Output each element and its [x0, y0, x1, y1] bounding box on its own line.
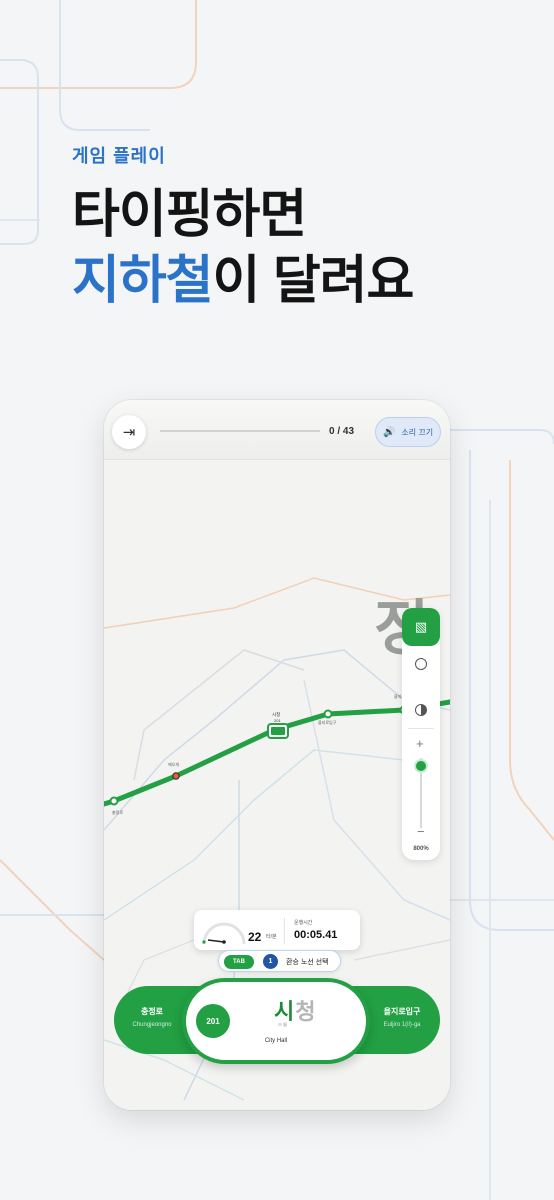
map-control-panel: ▧ + − 800% — [402, 608, 440, 860]
next-station-name: 을지로입구 — [383, 1007, 421, 1016]
current-station-card: 201 시청 市 廳 City Hall — [182, 978, 370, 1064]
elapsed-time-label: 운행시간 — [294, 920, 313, 926]
headline-line-2: 지하철이 달려요 — [72, 248, 415, 314]
elapsed-time: 00:05.41 — [294, 929, 338, 941]
transfer-select-bar[interactable]: TAB 1 환승 노선 선택 — [218, 950, 341, 972]
typing-speed-unit: 타/분 — [266, 934, 277, 940]
speed-gauge — [202, 922, 246, 945]
zoom-in-button[interactable]: + — [416, 736, 424, 751]
station-marker-cityhall — [267, 723, 289, 739]
exit-button[interactable]: ⇥ — [112, 415, 146, 449]
typed-part: 시 — [274, 999, 296, 1024]
map-texture-icon: ▧ — [414, 619, 428, 634]
svg-text:애오개: 애오개 — [168, 761, 179, 767]
zoom-slider-thumb[interactable] — [416, 761, 426, 771]
promo-headline: 타이핑하면 지하철이 달려요 — [72, 182, 415, 314]
progress-track — [160, 430, 320, 432]
svg-text:201: 201 — [274, 718, 281, 723]
circle-icon[interactable] — [415, 658, 427, 670]
headline-accent: 지하철 — [72, 252, 214, 310]
stats-divider — [284, 918, 285, 944]
top-bar: ⇥ 0 / 43 🔊 소리 끄기 — [104, 400, 450, 460]
svg-text:시청: 시청 — [272, 712, 280, 717]
sound-off-label: 소리 끄기 — [401, 427, 434, 437]
stats-card: 22 타/분 운행시간 00:05.41 — [194, 910, 360, 950]
headline-rest: 이 달려요 — [212, 252, 415, 310]
phone-frame: 충정로 애오개 시청 201 을지로입구 을지로 정 ⇥ 0 / 43 🔊 소리… — [104, 400, 450, 1110]
tab-key-chip: TAB — [224, 955, 254, 969]
speaker-icon: 🔊 — [382, 426, 396, 438]
station-dot-aeogae — [172, 772, 180, 780]
typing-speed: 22 — [248, 930, 262, 944]
station-code-badge: 201 — [196, 1004, 230, 1038]
sound-off-button[interactable]: 🔊 소리 끄기 — [375, 417, 441, 447]
current-station-english: City Hall — [264, 1038, 288, 1044]
promo-eyebrow: 게임 플레이 — [72, 146, 166, 166]
prev-station-roman: Chungjeongno — [132, 1022, 172, 1028]
exit-icon: ⇥ — [122, 424, 136, 441]
transfer-label: 환승 노선 선택 — [286, 959, 329, 966]
line-1-badge: 1 — [263, 954, 278, 969]
panel-divider — [408, 728, 434, 729]
untyped-part: 청 — [295, 999, 317, 1024]
station-dot-euljiro-1ga — [323, 709, 333, 719]
contrast-icon[interactable] — [415, 704, 427, 716]
prev-station-name: 충정로 — [140, 1007, 164, 1016]
svg-text:충정로: 충정로 — [112, 809, 123, 815]
current-station-hanja: 市 廳 — [278, 1022, 288, 1027]
station-dot-chungjeongno — [109, 796, 119, 806]
next-station-roman: Euljiro 1(il)-ga — [383, 1022, 421, 1028]
map-texture-toggle[interactable]: ▧ — [402, 608, 440, 646]
svg-text:을지로입구: 을지로입구 — [318, 719, 337, 725]
zoom-level: 800% — [413, 846, 429, 852]
zoom-out-button[interactable]: − — [417, 824, 425, 839]
promo-text: 게임 플레이 타이핑하면 지하철이 달려요 — [72, 142, 415, 314]
headline-line-1: 타이핑하면 — [72, 186, 307, 244]
progress-counter: 0 / 43 — [329, 426, 355, 437]
